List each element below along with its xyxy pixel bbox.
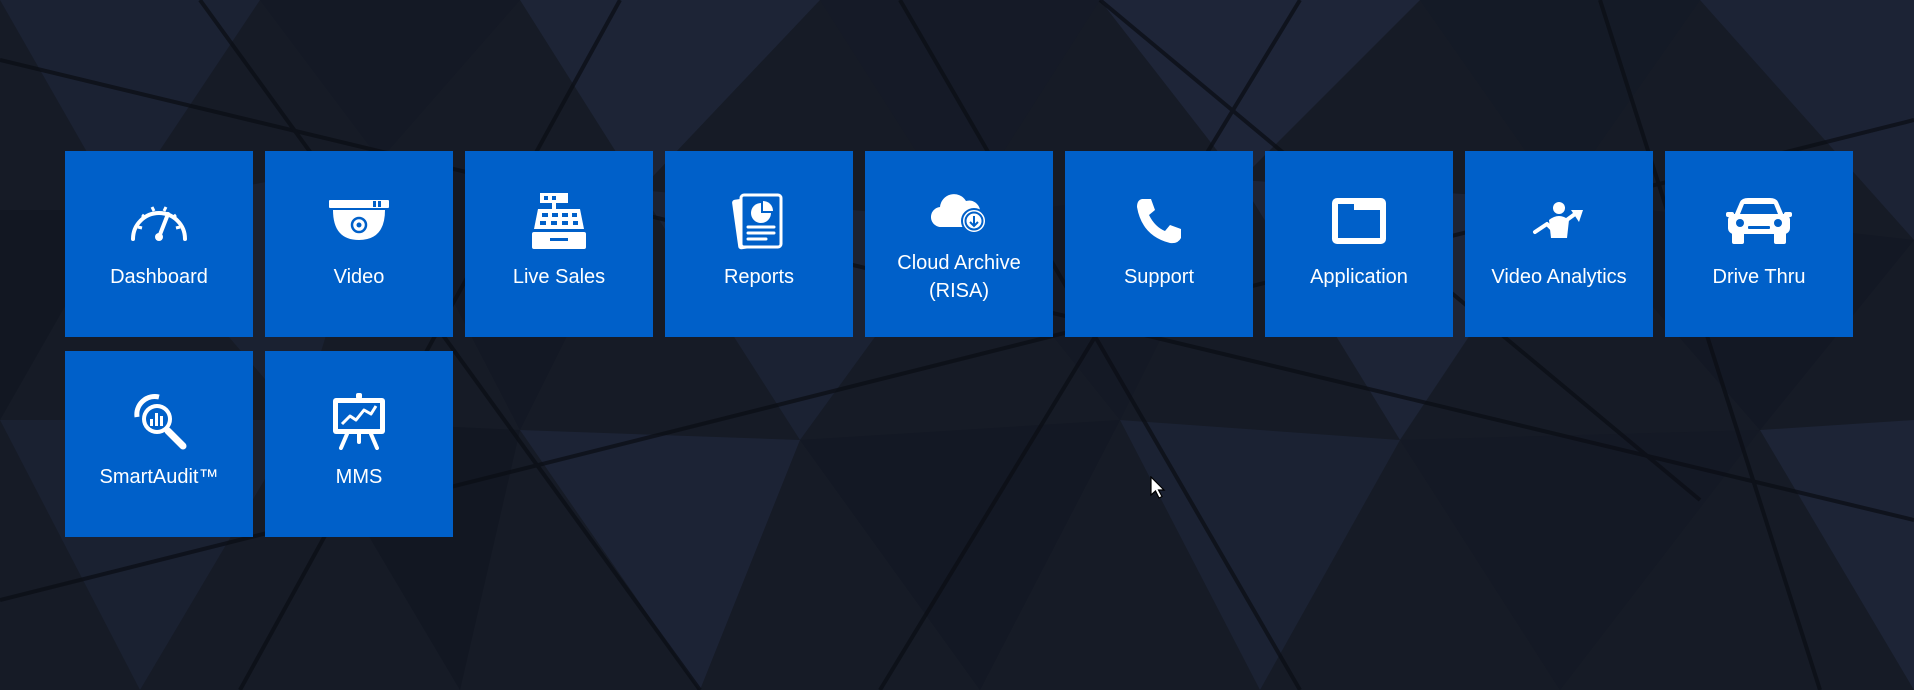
dome-camera-icon xyxy=(265,193,453,249)
tile-application[interactable]: Application xyxy=(1265,151,1453,337)
tile-label: Video xyxy=(333,266,385,288)
tile-label: MMS xyxy=(335,466,383,488)
tile-label: Cloud Archive (RISA) xyxy=(869,249,1049,305)
car-icon xyxy=(1665,193,1853,249)
tile-label: Dashboard xyxy=(110,266,208,288)
tile-cloud-archive[interactable]: Cloud Archive (RISA) xyxy=(865,151,1053,337)
tile-video-analytics[interactable]: Video Analytics xyxy=(1465,151,1653,337)
tile-label-line2: (RISA) xyxy=(929,280,989,302)
tile-label: SmartAudit™ xyxy=(99,466,219,488)
tile-reports[interactable]: Reports xyxy=(665,151,853,337)
tile-label: Application xyxy=(1310,266,1408,288)
window-icon xyxy=(1265,193,1453,249)
tile-label: Live Sales xyxy=(512,266,606,288)
presentation-board-icon xyxy=(265,393,453,450)
tile-smartaudit[interactable]: SmartAudit™ xyxy=(65,351,253,537)
cloud-download-icon xyxy=(865,187,1053,237)
tile-live-sales[interactable]: Live Sales xyxy=(465,151,653,337)
tile-label: Drive Thru xyxy=(1712,266,1806,288)
person-analytics-icon xyxy=(1465,193,1653,249)
phone-icon xyxy=(1065,193,1253,249)
magnifier-chart-icon xyxy=(65,393,253,450)
tile-video[interactable]: Video xyxy=(265,151,453,337)
tile-mms[interactable]: MMS xyxy=(265,351,453,537)
report-document-icon xyxy=(665,193,853,250)
speedometer-icon xyxy=(65,193,253,249)
tile-label: Video Analytics xyxy=(1491,266,1627,288)
tile-label-line1: Cloud Archive xyxy=(897,252,1021,274)
cash-register-icon xyxy=(465,193,653,249)
mouse-cursor-icon xyxy=(1150,476,1166,499)
tile-drive-thru[interactable]: Drive Thru xyxy=(1665,151,1853,337)
tile-label: Reports xyxy=(723,266,795,288)
tile-label: Support xyxy=(1123,266,1195,288)
tile-support[interactable]: Support xyxy=(1065,151,1253,337)
tile-dashboard[interactable]: Dashboard xyxy=(65,151,253,337)
geometric-background xyxy=(0,0,1914,690)
